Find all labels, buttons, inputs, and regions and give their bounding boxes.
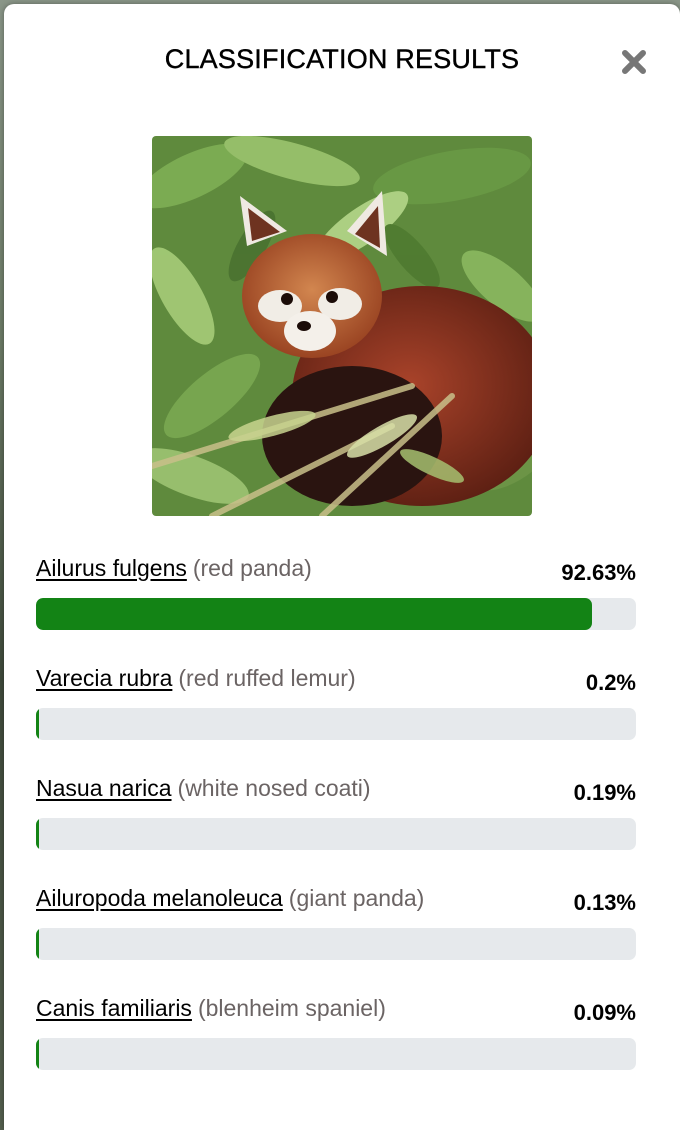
- common-name: (red panda): [192, 555, 312, 581]
- result-percent: 0.09%: [573, 1000, 636, 1025]
- result-row: Varecia rubra (red ruffed lemur) 0.2%: [36, 662, 636, 772]
- result-label: Ailuropoda melanoleuca (giant panda): [36, 885, 424, 912]
- confidence-bar-fill: [36, 708, 39, 740]
- scientific-name-link[interactable]: Varecia rubra: [36, 665, 172, 691]
- scientific-name-link[interactable]: Nasua narica: [36, 775, 172, 801]
- common-name: (white nosed coati): [177, 775, 371, 801]
- common-name: (giant panda): [288, 885, 425, 911]
- confidence-bar-fill: [36, 1038, 39, 1070]
- confidence-bar: [36, 1038, 636, 1070]
- close-icon: [622, 50, 646, 74]
- result-row: Ailuropoda melanoleuca (giant panda) 0.13…: [36, 882, 636, 992]
- result-percent: 0.19%: [573, 780, 636, 805]
- result-label: Ailurus fulgens (red panda): [36, 555, 312, 582]
- result-percent: 0.2%: [585, 670, 636, 695]
- common-name: (blenheim spaniel): [197, 995, 386, 1021]
- results-list: Ailurus fulgens (red panda) 92.63% Vareci…: [36, 552, 636, 1102]
- confidence-bar-fill: [36, 818, 39, 850]
- classification-modal: CLASSIFICATION RESULTS Ailurus fulgens (…: [4, 4, 680, 1130]
- red-panda-photo: [152, 136, 532, 516]
- confidence-bar-fill: [36, 598, 592, 630]
- result-label: Varecia rubra (red ruffed lemur): [36, 665, 356, 692]
- result-row: Ailurus fulgens (red panda) 92.63%: [36, 552, 636, 662]
- result-percent: 0.13%: [573, 890, 636, 915]
- confidence-bar-fill: [36, 928, 39, 960]
- confidence-bar: [36, 818, 636, 850]
- result-row: Canis familiaris (blenheim spaniel) 0.09%: [36, 992, 636, 1102]
- scientific-name-link[interactable]: Ailurus fulgens: [36, 555, 187, 581]
- scientific-name-link[interactable]: Canis familiaris: [36, 995, 192, 1021]
- confidence-bar: [36, 598, 636, 630]
- modal-title: CLASSIFICATION RESULTS: [164, 44, 520, 74]
- common-name: (red ruffed lemur): [178, 665, 356, 691]
- confidence-bar: [36, 928, 636, 960]
- result-percent: 92.63%: [561, 560, 636, 585]
- confidence-bar: [36, 708, 636, 740]
- close-button[interactable]: [616, 44, 652, 80]
- result-row: Nasua narica (white nosed coati) 0.19%: [36, 772, 636, 882]
- result-label: Nasua narica (white nosed coati): [36, 775, 371, 802]
- result-label: Canis familiaris (blenheim spaniel): [36, 995, 386, 1022]
- scientific-name-link[interactable]: Ailuropoda melanoleuca: [36, 885, 283, 911]
